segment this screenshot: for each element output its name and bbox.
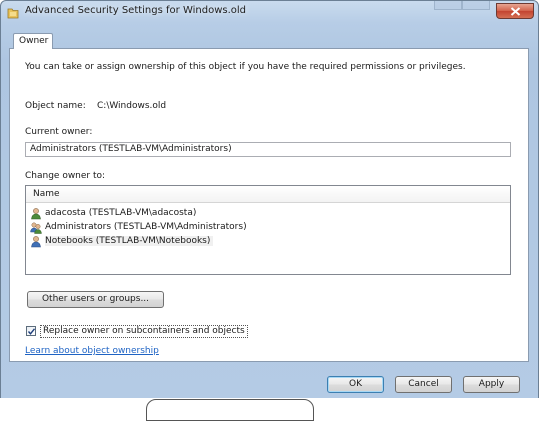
apply-button[interactable]: Apply	[463, 376, 520, 393]
dialog-window: Advanced Security Settings for Windows.o…	[0, 0, 539, 400]
list-header-name[interactable]: Name	[26, 186, 510, 203]
tab-owner[interactable]: Owner	[13, 33, 53, 49]
change-owner-list[interactable]: Name adacosta (TESTLAB-VM\adacosta) Admi…	[25, 185, 511, 275]
list-item-label: Notebooks (TESTLAB-VM\Notebooks)	[45, 236, 214, 246]
current-owner-label: Current owner:	[25, 127, 93, 137]
change-owner-label: Change owner to:	[25, 171, 106, 181]
intro-text: You can take or assign ownership of this…	[25, 62, 466, 72]
list-header-label: Name	[33, 189, 60, 199]
minimize-button[interactable]	[434, 1, 462, 10]
current-owner-field[interactable]: Administrators (TESTLAB-VM\Administrator…	[25, 142, 511, 157]
window-title: Advanced Security Settings for Windows.o…	[25, 5, 247, 16]
maximize-button[interactable]	[462, 1, 490, 10]
other-users-button[interactable]: Other users or groups...	[27, 291, 164, 308]
close-icon	[510, 7, 521, 16]
object-name-value: C:\Windows.old	[97, 101, 167, 111]
tab-owner-label: Owner	[19, 36, 49, 46]
close-button[interactable]	[496, 3, 534, 19]
owner-panel: You can take or assign ownership of this…	[9, 48, 529, 362]
replace-owner-checkbox[interactable]	[26, 326, 36, 336]
group-icon	[30, 222, 42, 234]
cancel-button[interactable]: Cancel	[395, 376, 452, 393]
title-bar[interactable]: Advanced Security Settings for Windows.o…	[1, 1, 538, 25]
folder-lock-icon	[7, 8, 19, 19]
list-item-label: adacosta (TESTLAB-VM\adacosta)	[45, 208, 197, 218]
learn-ownership-link[interactable]: Learn about object ownership	[25, 346, 159, 356]
object-name-label: Object name:	[25, 101, 86, 111]
user-icon	[31, 236, 41, 248]
checkmark-icon	[27, 328, 36, 335]
current-owner-value: Administrators (TESTLAB-VM\Administrator…	[30, 144, 232, 154]
user-icon	[31, 208, 41, 220]
ok-button[interactable]: OK	[327, 376, 384, 393]
replace-owner-label: Replace owner on subcontainers and objec…	[40, 325, 248, 338]
list-item-label: Administrators (TESTLAB-VM\Administrator…	[45, 222, 247, 232]
underlying-window-edge	[146, 399, 314, 421]
